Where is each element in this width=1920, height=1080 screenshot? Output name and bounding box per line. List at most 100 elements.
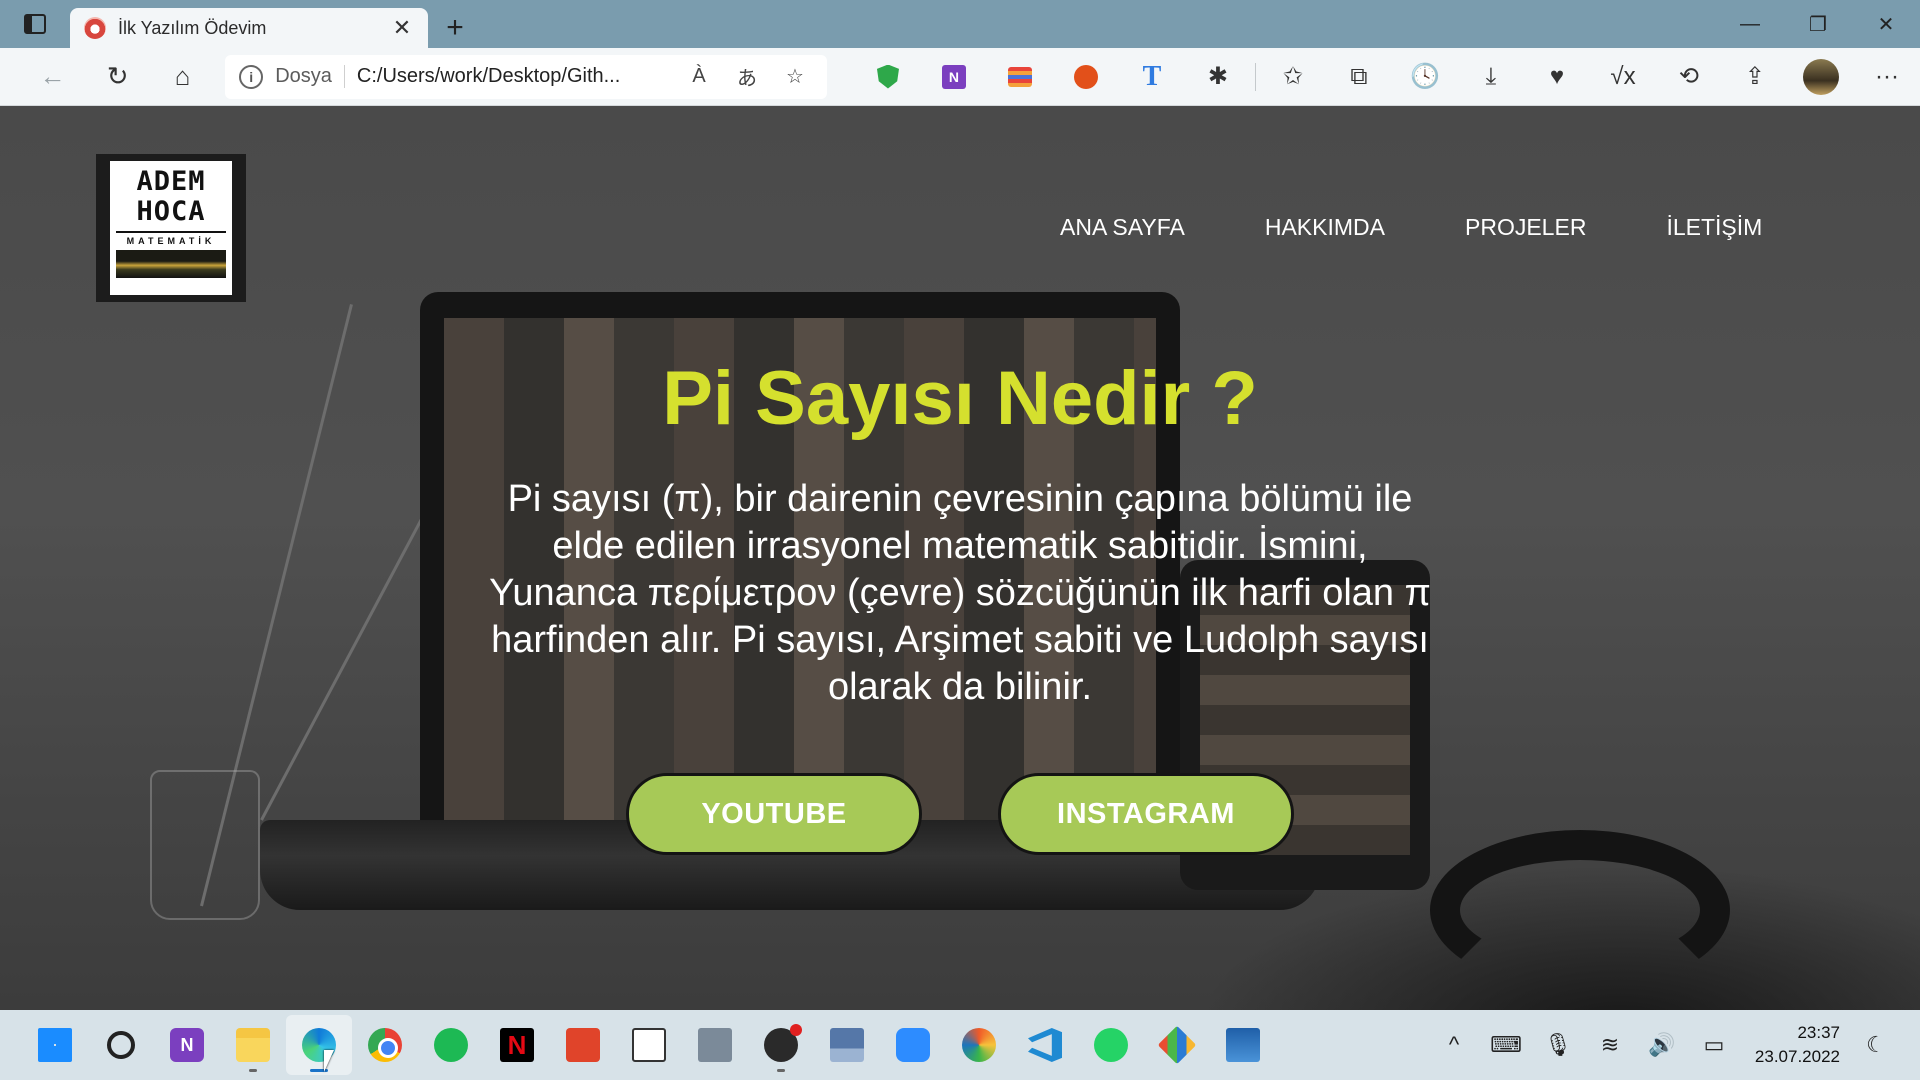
taskbar-git-app[interactable] (1144, 1015, 1210, 1075)
paint-palette-icon (962, 1028, 996, 1062)
volume-icon[interactable]: 🔊 (1636, 1025, 1688, 1065)
history-button[interactable]: 🕓 (1392, 55, 1458, 99)
youtube-button[interactable]: YOUTUBE (626, 773, 922, 855)
close-window-button[interactable]: ✕ (1852, 0, 1920, 48)
shield-extension-button[interactable] (855, 55, 921, 99)
taskbar-edge[interactable] (286, 1015, 352, 1075)
running-indicator (777, 1069, 785, 1072)
taskbar-paint[interactable] (946, 1015, 1012, 1075)
extensions-button[interactable]: ✱ (1185, 55, 1251, 99)
battery-icon[interactable]: ▭ (1688, 1025, 1740, 1065)
taskbar-file-explorer[interactable] (220, 1015, 286, 1075)
tab-favicon-icon (84, 17, 106, 39)
netflix-icon: N (500, 1028, 534, 1062)
collections-button[interactable]: ⧉ (1326, 55, 1392, 99)
calculator-icon (698, 1028, 732, 1062)
taskbar-graph-app[interactable] (616, 1015, 682, 1075)
tab-actions-icon (24, 14, 46, 34)
home-button[interactable]: ⌂ (150, 55, 215, 99)
new-tab-button[interactable]: + (428, 8, 482, 48)
performance-button[interactable]: ⟲ (1656, 55, 1722, 99)
tab-title: İlk Yazılım Ödevim (118, 17, 267, 38)
stack-extension-button[interactable] (987, 55, 1053, 99)
hero-title: Pi Sayısı Nedir ? (662, 356, 1258, 441)
tab-close-icon[interactable]: ✕ (390, 15, 414, 41)
search-icon (107, 1031, 135, 1059)
browser-toolbar: ← ↻ ⌂ i Dosya C:/Users/work/Desktop/Gith… (0, 48, 1920, 106)
profile-button[interactable] (1788, 55, 1854, 99)
t-extension-button[interactable]: T (1119, 55, 1185, 99)
taskbar-onenote[interactable]: N (154, 1015, 220, 1075)
microphone-icon[interactable]: 🎙 (1532, 1025, 1584, 1065)
minimize-button[interactable]: — (1716, 0, 1784, 48)
nav-link-hakkimda[interactable]: HAKKIMDA (1265, 214, 1385, 241)
video-editor-icon (1226, 1028, 1260, 1062)
taskbar-netflix[interactable]: N (484, 1015, 550, 1075)
taskbar-video-editor[interactable] (1210, 1015, 1276, 1075)
headphones-image (1430, 830, 1730, 990)
onenote-icon: N (941, 64, 966, 89)
read-aloud-icon[interactable]: À (681, 65, 717, 88)
address-url[interactable]: C:/Users/work/Desktop/Gith... (357, 65, 669, 88)
logo-box: ADEM HOCA MATEMATİK (110, 161, 232, 295)
taskbar-office[interactable] (550, 1015, 616, 1075)
graph-icon (632, 1028, 666, 1062)
spotify-icon (434, 1028, 468, 1062)
taskbar-chrome[interactable] (352, 1015, 418, 1075)
taskbar-calculator[interactable] (682, 1015, 748, 1075)
add-favorite-icon[interactable]: ☆ (777, 64, 813, 89)
taskbar-obs[interactable] (748, 1015, 814, 1075)
nav-link-iletisim[interactable]: İLETİŞİM (1666, 214, 1762, 241)
taskbar-zoom[interactable] (880, 1015, 946, 1075)
mouse-cursor-icon (324, 1050, 342, 1072)
extensions-row: N T ✱ ✩ ⧉ 🕓 ⤓ ♥ √x ⟲ ⇪ ··· (855, 55, 1920, 99)
wifi-icon[interactable]: ≋ (1584, 1025, 1636, 1065)
browser-health-button[interactable]: ♥ (1524, 55, 1590, 99)
back-button[interactable]: ← (20, 55, 85, 99)
onenote-app-icon: N (170, 1028, 204, 1062)
brave-extension-button[interactable] (1053, 55, 1119, 99)
nav-link-ana-sayfa[interactable]: ANA SAYFA (1060, 214, 1185, 241)
instagram-button[interactable]: INSTAGRAM (998, 773, 1294, 855)
hero-paragraph: Pi sayısı (π), bir dairenin çevresinin ç… (489, 478, 1431, 708)
math-solver-button[interactable]: √x (1590, 55, 1656, 99)
vase-decoration (150, 770, 260, 920)
office-icon (566, 1028, 600, 1062)
translate-icon[interactable]: あ (729, 62, 765, 91)
tab-actions-button[interactable] (0, 0, 70, 48)
more-menu-button[interactable]: ··· (1854, 55, 1920, 99)
logo-line-1: ADEM (136, 166, 206, 197)
restore-button[interactable]: ❐ (1784, 0, 1852, 48)
whatsapp-icon (1094, 1028, 1128, 1062)
onenote-extension-button[interactable]: N (921, 55, 987, 99)
taskbar-whatsapp[interactable] (1078, 1015, 1144, 1075)
nav-link-projeler[interactable]: PROJELER (1465, 214, 1586, 241)
t-letter-icon: T (1142, 60, 1162, 92)
focus-assist-icon[interactable]: ☾ (1850, 1025, 1902, 1065)
vscode-icon (1028, 1028, 1062, 1062)
stack-icon (1007, 66, 1032, 87)
downloads-button[interactable]: ⤓ (1458, 55, 1524, 99)
running-indicator (249, 1069, 257, 1072)
address-bar[interactable]: i Dosya C:/Users/work/Desktop/Gith... À… (225, 54, 827, 99)
site-info-icon[interactable]: i (239, 64, 264, 89)
chrome-icon (368, 1028, 402, 1062)
touch-keyboard-icon[interactable]: ⌨ (1480, 1025, 1532, 1065)
browser-tab-bar: İlk Yazılım Ödevim ✕ + — ❐ ✕ (0, 0, 1920, 48)
taskbar-vscode[interactable] (1012, 1015, 1078, 1075)
share-button[interactable]: ⇪ (1722, 55, 1788, 99)
browser-tab-active[interactable]: İlk Yazılım Ödevim ✕ (70, 8, 428, 48)
windows-taskbar: N N ^ ⌨ 🎙 ≋ 🔊 ▭ 23:37 23.07.2022 ☾ (0, 1010, 1920, 1080)
start-button[interactable] (22, 1015, 88, 1075)
site-logo[interactable]: ADEM HOCA MATEMATİK (96, 154, 246, 302)
avatar (1802, 58, 1839, 95)
taskbar-spotify[interactable] (418, 1015, 484, 1075)
favorites-button[interactable]: ✩ (1260, 55, 1326, 99)
show-hidden-icons-button[interactable]: ^ (1428, 1025, 1480, 1065)
folder-icon (236, 1028, 270, 1062)
search-button[interactable] (88, 1015, 154, 1075)
refresh-button[interactable]: ↻ (85, 55, 150, 99)
taskbar-remote-desktop[interactable] (814, 1015, 880, 1075)
zoom-icon (896, 1028, 930, 1062)
taskbar-clock[interactable]: 23:37 23.07.2022 (1740, 1021, 1850, 1069)
